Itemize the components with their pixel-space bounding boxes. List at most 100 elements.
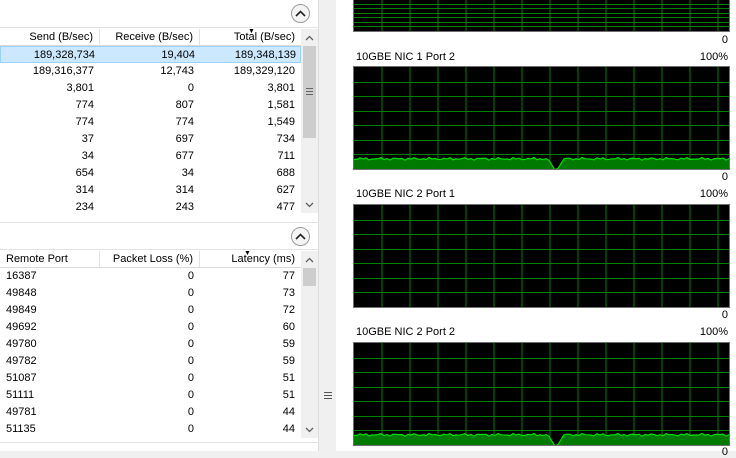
table-row[interactable]: 189,328,734 19,404 189,348,139 [0, 46, 301, 63]
table-row[interactable]: 3,801 0 3,801 [0, 80, 301, 97]
table-row[interactable]: 654 34 688 [0, 165, 301, 182]
cell-receive: 34 [181, 167, 194, 179]
scroll-thumb[interactable] [303, 46, 316, 138]
column-header-receive[interactable]: Receive (B/sec) [100, 29, 200, 46]
cell-receive: 697 [175, 133, 194, 145]
cell-loss: 0 [187, 304, 194, 316]
cell-port: 49782 [6, 355, 37, 367]
cell-total: 688 [276, 167, 295, 179]
tcp-connections-section-header [0, 222, 318, 250]
cell-latency: 51 [282, 389, 295, 401]
cell-total: 1,549 [267, 116, 295, 128]
cell-loss: 0 [187, 355, 194, 367]
cell-latency: 72 [282, 304, 295, 316]
splitter-grip-icon [324, 392, 332, 401]
collapse-network-activity-button[interactable] [291, 4, 310, 23]
cell-total: 627 [276, 184, 295, 196]
cell-latency: 73 [282, 287, 295, 299]
table-row[interactable]: 34 677 711 [0, 148, 301, 165]
table-row[interactable]: 49848 0 73 [0, 285, 301, 302]
cell-latency: 77 [282, 270, 295, 282]
network-activity-table-header: Send (B/sec) Receive (B/sec) ▼ Total (B/… [0, 29, 301, 46]
table-row[interactable]: 49849 0 72 [0, 302, 301, 319]
network-activity-scrollbar[interactable] [301, 29, 318, 213]
scroll-down-button[interactable] [301, 196, 318, 213]
cell-receive: 677 [175, 150, 194, 162]
table-row[interactable]: 37 697 734 [0, 131, 301, 148]
graph-3-max-label: 100% [699, 326, 728, 338]
cell-total: 189,329,120 [233, 65, 295, 77]
cell-loss: 0 [187, 338, 194, 350]
cell-receive: 19,404 [161, 49, 195, 61]
cell-send: 3,801 [66, 82, 94, 94]
sort-descending-icon: ▼ [244, 251, 251, 257]
table-row[interactable]: 51135 0 44 [0, 421, 301, 438]
cell-latency: 44 [282, 423, 295, 435]
cell-send: 189,328,734 [33, 49, 95, 61]
cell-total: 1,581 [267, 99, 295, 111]
graph-3-min-label: 0 [721, 446, 728, 458]
table-row[interactable]: 51087 0 51 [0, 370, 301, 387]
table-row[interactable]: 49782 0 59 [0, 353, 301, 370]
scroll-up-button[interactable] [301, 251, 318, 268]
cell-loss: 0 [187, 270, 194, 282]
table-row[interactable]: 49692 0 60 [0, 319, 301, 336]
cell-receive: 774 [175, 116, 194, 128]
collapse-tcp-connections-button[interactable] [291, 227, 310, 246]
table-row[interactable]: 774 807 1,581 [0, 97, 301, 114]
column-header-remote-port[interactable]: Remote Port [0, 251, 100, 268]
table-row[interactable]: 314 314 627 [0, 182, 301, 199]
cell-send: 774 [75, 99, 94, 111]
scroll-up-arrow-icon [305, 35, 314, 40]
table-row[interactable]: 16387 0 77 [0, 268, 301, 285]
cell-total: 734 [276, 133, 295, 145]
column-header-packet-loss[interactable]: Packet Loss (%) [100, 251, 200, 268]
cell-loss: 0 [187, 389, 194, 401]
graph-3-nic2-port2 [353, 342, 730, 446]
cell-total: 3,801 [267, 82, 295, 94]
graph-1-min-label: 0 [721, 171, 728, 183]
graph-2-min-label: 0 [721, 309, 728, 321]
table-row[interactable]: 234 243 477 [0, 199, 301, 216]
graph-partial [353, 0, 730, 32]
cell-total: 711 [277, 150, 295, 162]
network-activity-section-header [0, 0, 318, 28]
cell-receive: 314 [175, 184, 194, 196]
tcp-connections-rows: 16387 0 77 49848 0 73 49849 0 72 49692 0 60 49780 0 59… [0, 268, 301, 438]
table-row[interactable]: 49780 0 59 [0, 336, 301, 353]
table-row[interactable]: 189,316,377 12,743 189,329,120 [0, 63, 301, 80]
table-row[interactable]: 49781 0 44 [0, 404, 301, 421]
cell-port: 51087 [6, 372, 37, 384]
cell-port: 51111 [6, 389, 35, 401]
cell-loss: 0 [187, 321, 194, 333]
cell-send: 34 [81, 150, 94, 162]
cell-loss: 0 [187, 423, 194, 435]
column-header-latency[interactable]: ▼ Latency (ms) [200, 251, 301, 268]
cell-loss: 0 [187, 372, 194, 384]
table-row[interactable]: 774 774 1,549 [0, 114, 301, 131]
pane-splitter[interactable] [318, 0, 336, 451]
left-pane: Send (B/sec) Receive (B/sec) ▼ Total (B/… [0, 0, 318, 451]
scroll-down-arrow-icon [305, 427, 314, 432]
cell-loss: 0 [187, 406, 194, 418]
cell-send: 774 [75, 116, 94, 128]
cell-port: 49848 [6, 287, 37, 299]
table-row[interactable]: 51111 0 51 [0, 387, 301, 404]
cell-port: 16387 [6, 270, 37, 282]
cell-latency: 59 [282, 338, 295, 350]
cell-latency: 44 [282, 406, 295, 418]
chevron-up-icon [295, 233, 306, 240]
cell-send: 189,316,377 [32, 65, 94, 77]
scroll-up-arrow-icon [305, 257, 314, 262]
cell-send: 234 [75, 201, 94, 213]
column-header-total[interactable]: ▼ Total (B/sec) [200, 29, 301, 46]
scroll-down-button[interactable] [301, 421, 318, 438]
column-header-send[interactable]: Send (B/sec) [0, 29, 100, 46]
graph-2-nic2-port1 [353, 204, 730, 308]
scroll-up-button[interactable] [301, 29, 318, 46]
network-activity-rows: 189,328,734 19,404 189,348,139 189,316,377 1… [0, 46, 301, 216]
cell-receive: 0 [187, 82, 194, 94]
chevron-up-icon [295, 10, 306, 17]
scroll-thumb[interactable] [303, 268, 316, 286]
tcp-connections-scrollbar[interactable] [301, 251, 318, 438]
